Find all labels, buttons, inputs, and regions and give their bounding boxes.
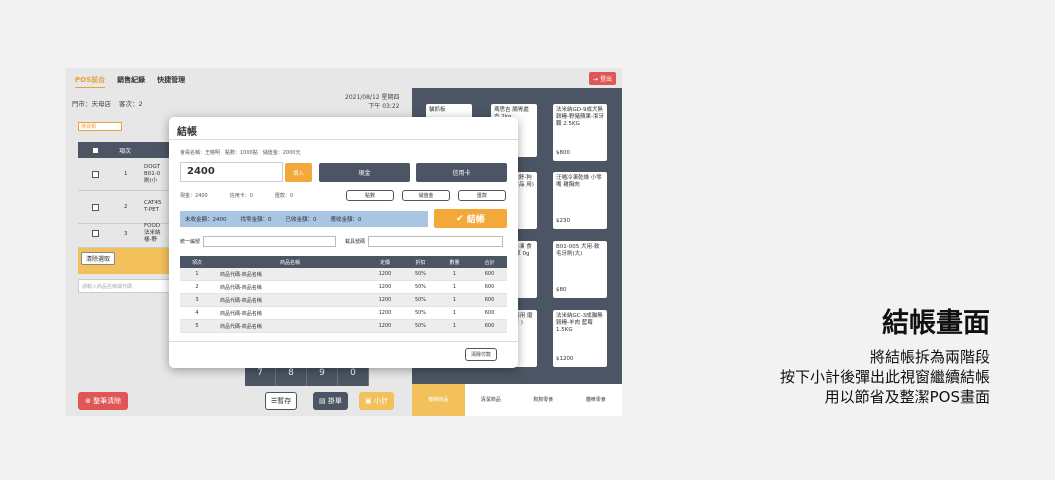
- tab-pos[interactable]: POS前台: [75, 75, 106, 88]
- caption-title: 結帳畫面: [882, 308, 990, 339]
- logout-button[interactable]: ⇥ 登出: [589, 72, 616, 85]
- category-filter[interactable]: 搜尋類: [78, 122, 122, 131]
- product-card[interactable]: 法米納GD-9成犬無穀糧-野豬蘋果-潔牙顆 2.5KG $800: [553, 104, 607, 161]
- divider: [169, 341, 518, 342]
- tab-sales[interactable]: 銷售紀錄: [117, 75, 145, 88]
- tab-shortcut[interactable]: 快捷管理: [157, 75, 185, 88]
- tax-id-label: 統一編號: [180, 239, 201, 245]
- carrier-label: 載具號碼: [345, 239, 366, 245]
- tab-category[interactable]: 狗狗零食: [517, 384, 570, 416]
- datetime: 2021/08/12 星期四 下午 03:22: [345, 93, 400, 111]
- category-tabs: 寵物商品 清潔商品 狗狗零食 貓咪零食: [412, 384, 622, 416]
- row-num: 2: [124, 204, 128, 210]
- row-item: DOGT B01-0 刷(小: [144, 163, 161, 184]
- row-num: 3: [124, 230, 128, 237]
- top-nav: POS前台 銷售紀錄 快捷管理: [75, 75, 185, 88]
- row-checkbox[interactable]: [92, 230, 99, 237]
- tax-id-input[interactable]: [203, 236, 337, 247]
- tab-category[interactable]: 寵物商品: [412, 384, 465, 416]
- row-num: 1: [124, 171, 128, 177]
- clear-all-button[interactable]: ⊗ 整筆清除: [78, 392, 129, 410]
- clear-payment-button[interactable]: 清除付款: [465, 348, 498, 361]
- table-row: 4 商品代碼-商品名稱 1200 50% 1 600: [180, 307, 507, 320]
- col-num: 項次: [119, 147, 132, 155]
- store-name: 門市：天母店: [72, 100, 111, 108]
- modal-title: 結帳: [177, 127, 197, 138]
- carrier-field: 載具號碼: [345, 236, 504, 247]
- member-info: 會員名稱：王曉明 點數：1000點 儲值金：2000元: [180, 150, 301, 156]
- row-checkbox[interactable]: [92, 203, 99, 211]
- credit-card-button[interactable]: 信用卡: [416, 163, 507, 182]
- amount-summary: 未收金額：2400 找零金額：0 已收金額：0 應收金額：0: [180, 211, 428, 227]
- fill-button[interactable]: 填入: [285, 163, 312, 182]
- cash-button[interactable]: 現金: [319, 163, 410, 182]
- list-button[interactable]: ▤ 掛單: [313, 392, 348, 410]
- row-item: CAT45 T-PET: [144, 200, 162, 213]
- points-button[interactable]: 點數: [346, 190, 394, 201]
- table-row: 5 商品代碼-商品名稱 1200 50% 1 600: [180, 320, 507, 333]
- product-card[interactable]: B01-005 犬用-軟毛牙刷(大) $80: [553, 241, 607, 298]
- tab-category[interactable]: 清潔商品: [465, 384, 518, 416]
- date: 2021/08/12 星期四: [345, 94, 400, 101]
- customer-count: 客次：2: [119, 100, 143, 108]
- caption-line: 按下小計後彈出此視窗繼續結帳: [779, 368, 990, 386]
- caption-line: 將結帳拆為兩階段: [869, 348, 990, 366]
- caption-line: 用以節省及整潔POS畫面: [824, 388, 990, 406]
- hold-button[interactable]: ☰暫存: [265, 392, 298, 410]
- caption-description: 將結帳拆為兩階段 按下小計後彈出此視窗繼續結帳 用以節省及整潔POS畫面: [780, 347, 990, 407]
- table-row: 1 商品代碼-商品名稱 1200 50% 1 600: [180, 268, 507, 281]
- time: 下午 03:22: [368, 103, 400, 110]
- received-amount: 已收金額：0: [285, 217, 317, 223]
- select-all-checkbox[interactable]: [92, 146, 99, 154]
- clear-selection-button[interactable]: 清除選取: [81, 252, 116, 265]
- due-amount: 應收金額：0: [330, 217, 362, 223]
- amount-input[interactable]: 2400: [180, 162, 283, 182]
- payment-breakdown: 現金：2400 信用卡：0 匯款：0: [180, 192, 293, 199]
- pay-credit: 信用卡：0: [229, 193, 253, 199]
- checkout-table: 項次 商品名稱 定價 折扣 數量 合計 1 商品代碼-商品名稱 1200 50% 1 600 2 商品…: [180, 256, 507, 333]
- row-checkbox[interactable]: [92, 170, 99, 178]
- product-card[interactable]: 汪喵冷凍乾燥 小零嘴 雞胸肉 $230: [553, 172, 607, 229]
- product-card[interactable]: 法米納GC-3成貓無穀糧-羊肉 藍莓1.5KG $1200: [553, 310, 607, 367]
- row-item: FOOD 法米納 樣-野: [144, 223, 161, 243]
- store-info: 門市：天母店 客次：2: [72, 98, 143, 108]
- divider: [169, 139, 518, 140]
- transfer-button[interactable]: 匯款: [458, 190, 506, 201]
- change-amount: 找零金額：0: [240, 217, 272, 223]
- unreceived-amount: 未收金額：2400: [185, 217, 227, 223]
- checkout-button[interactable]: ✔ 結帳: [434, 209, 507, 228]
- tax-id-field: 統一編號: [180, 236, 337, 247]
- subtotal-button[interactable]: ▣ 小計: [359, 392, 394, 410]
- table-row: 3 商品代碼-商品名稱 1200 50% 1 600: [180, 294, 507, 307]
- check-icon: ✔: [456, 213, 464, 224]
- checkout-modal: 結帳 會員名稱：王曉明 點數：1000點 儲值金：2000元 2400 填入 現…: [169, 117, 518, 368]
- tab-category[interactable]: 貓咪零食: [570, 384, 623, 416]
- pay-cash: 現金：2400: [180, 193, 208, 199]
- table-row: 2 商品代碼-商品名稱 1200 50% 1 600: [180, 281, 507, 294]
- table-header: 項次 商品名稱 定價 折扣 數量 合計: [180, 256, 507, 268]
- carrier-input[interactable]: [368, 236, 504, 247]
- pay-transfer: 匯款：0: [274, 193, 294, 199]
- stored-value-button[interactable]: 儲值金: [402, 190, 450, 201]
